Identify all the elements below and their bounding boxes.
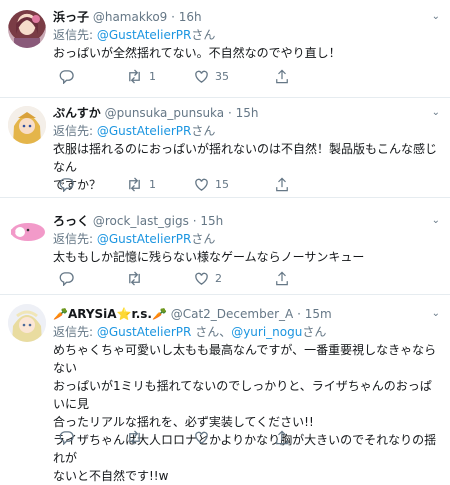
share-button[interactable]: [275, 176, 289, 192]
avatar-image-icon: [8, 304, 46, 342]
avatar-image-icon: [14, 15, 40, 48]
share-button[interactable]: [275, 270, 289, 286]
user-handle[interactable]: @Cat2_December_A: [171, 307, 294, 321]
reply-context: 返信先: @GustAtelierPRさん: [53, 122, 442, 140]
like-button[interactable]: 35: [194, 68, 229, 84]
avatar[interactable]: [8, 106, 46, 144]
retweet-button[interactable]: [126, 270, 149, 286]
share-icon: [276, 177, 288, 191]
tweet-actions: 2: [53, 270, 313, 286]
avatar[interactable]: [8, 212, 46, 250]
reply-icon: [59, 430, 74, 445]
tweet[interactable]: 浜っ子 @hamakko9 · 16h ⌄ 返信先: @GustAtelierP…: [0, 0, 450, 98]
mention-link[interactable]: @GustAtelierPR: [97, 232, 192, 246]
like-count: 35: [215, 69, 229, 83]
tweet-text: めちゃくちゃ可愛いし太もも最高なんですが、一番重要視しなきゃならない おっぱいが…: [53, 343, 437, 483]
like-count: 2: [215, 271, 222, 285]
reply-suffix: さん: [191, 28, 216, 42]
tweet-actions: 1 15: [53, 176, 313, 192]
retweet-button[interactable]: [126, 429, 149, 445]
tweet-header: ぷんすか @punsuka_punsuka · 15h: [53, 104, 442, 122]
avatar-image-icon: [8, 106, 46, 144]
user-handle[interactable]: @punsuka_punsuka: [105, 106, 225, 120]
tweet-header: 🥕ARYSiA⭐r.s.🥕 @Cat2_December_A · 15m: [53, 305, 442, 323]
retweet-button[interactable]: 1: [126, 176, 156, 192]
user-handle[interactable]: @hamakko9: [93, 10, 167, 24]
share-button[interactable]: [275, 429, 289, 445]
timestamp[interactable]: 15m: [305, 307, 332, 321]
retweet-button[interactable]: 1: [126, 68, 156, 84]
reply-button[interactable]: [59, 176, 80, 192]
heart-icon: [195, 431, 208, 444]
mention-link[interactable]: @GustAtelierPR: [97, 124, 192, 138]
avatar[interactable]: [8, 10, 46, 48]
timestamp[interactable]: 15h: [236, 106, 259, 120]
retweet-icon: [129, 270, 140, 286]
reply-prefix: 返信先:: [53, 232, 97, 246]
heart-icon: [195, 70, 208, 83]
separator-dot: ·: [192, 214, 197, 228]
tweet-text: おっぱいが全然揺れてない。不自然なのでやり直し！: [53, 46, 341, 60]
heart-icon: [195, 178, 208, 191]
retweet-icon: [129, 176, 140, 192]
reply-context: 返信先: @GustAtelierPRさん: [53, 230, 442, 248]
retweet-count: 1: [149, 177, 156, 191]
share-button[interactable]: [275, 68, 289, 84]
tweet[interactable]: ろっく @rock_last_gigs · 15h ⌄ 返信先: @GustAt…: [0, 198, 450, 295]
reply-suffix: さん: [302, 325, 327, 339]
chevron-down-icon[interactable]: ⌄: [432, 305, 440, 323]
tweet-header: ろっく @rock_last_gigs · 15h: [53, 212, 442, 230]
mention-link-2[interactable]: @yuri_nogu: [231, 325, 302, 339]
display-name[interactable]: ぷんすか: [53, 106, 101, 120]
heart-icon: [195, 272, 208, 285]
reply-mid: さん、: [191, 325, 232, 339]
share-icon: [276, 69, 288, 83]
retweet-icon: [129, 429, 140, 445]
retweet-icon: [129, 68, 140, 84]
reply-prefix: 返信先:: [53, 124, 97, 138]
timestamp[interactable]: 16h: [179, 10, 202, 24]
chevron-down-icon[interactable]: ⌄: [432, 212, 440, 230]
tweet[interactable]: ぷんすか @punsuka_punsuka · 15h ⌄ 返信先: @Gust…: [0, 98, 450, 198]
like-button[interactable]: [194, 429, 215, 445]
reply-context: 返信先: @GustAtelierPRさん: [53, 26, 442, 44]
reply-icon: [59, 271, 74, 286]
chevron-down-icon[interactable]: ⌄: [432, 8, 440, 26]
share-icon: [276, 271, 288, 285]
separator-dot: ·: [171, 10, 175, 24]
user-handle[interactable]: @rock_last_gigs: [93, 214, 189, 228]
avatar-image-icon: [11, 223, 45, 241]
avatar[interactable]: [8, 304, 46, 342]
retweet-count: 1: [149, 69, 156, 83]
like-button[interactable]: 15: [194, 176, 229, 192]
mention-link[interactable]: @GustAtelierPR: [97, 28, 192, 42]
reply-icon: [59, 69, 74, 84]
reply-context: 返信先: @GustAtelierPR さん、@yuri_noguさん: [53, 323, 442, 341]
tweet-text: 太ももしか記憶に残らない様なゲームならノーサンキュー: [53, 250, 365, 264]
reply-suffix: さん: [191, 124, 216, 138]
like-button[interactable]: 2: [194, 270, 222, 286]
display-name[interactable]: 🥕ARYSiA⭐r.s.🥕: [53, 307, 167, 321]
separator-dot: ·: [227, 106, 232, 120]
display-name[interactable]: 浜っ子: [53, 10, 89, 24]
display-name[interactable]: ろっく: [53, 214, 89, 228]
reply-suffix: さん: [191, 232, 216, 246]
reply-prefix: 返信先:: [53, 325, 97, 339]
reply-icon: [59, 177, 74, 192]
timestamp[interactable]: 15h: [200, 214, 223, 228]
tweet-header: 浜っ子 @hamakko9 · 16h: [53, 8, 442, 26]
reply-button[interactable]: [59, 270, 80, 286]
reply-button[interactable]: [59, 429, 80, 445]
share-icon: [276, 430, 288, 444]
mention-link[interactable]: @GustAtelierPR: [97, 325, 192, 339]
separator-dot: ·: [297, 307, 301, 321]
like-count: 15: [215, 177, 229, 191]
tweet[interactable]: 🥕ARYSiA⭐r.s.🥕 @Cat2_December_A · 15m ⌄ 返…: [0, 295, 450, 483]
reply-prefix: 返信先:: [53, 28, 97, 42]
reply-button[interactable]: [59, 68, 80, 84]
tweet-actions: [53, 429, 313, 445]
tweet-actions: 1 35: [53, 68, 313, 84]
chevron-down-icon[interactable]: ⌄: [432, 104, 440, 122]
